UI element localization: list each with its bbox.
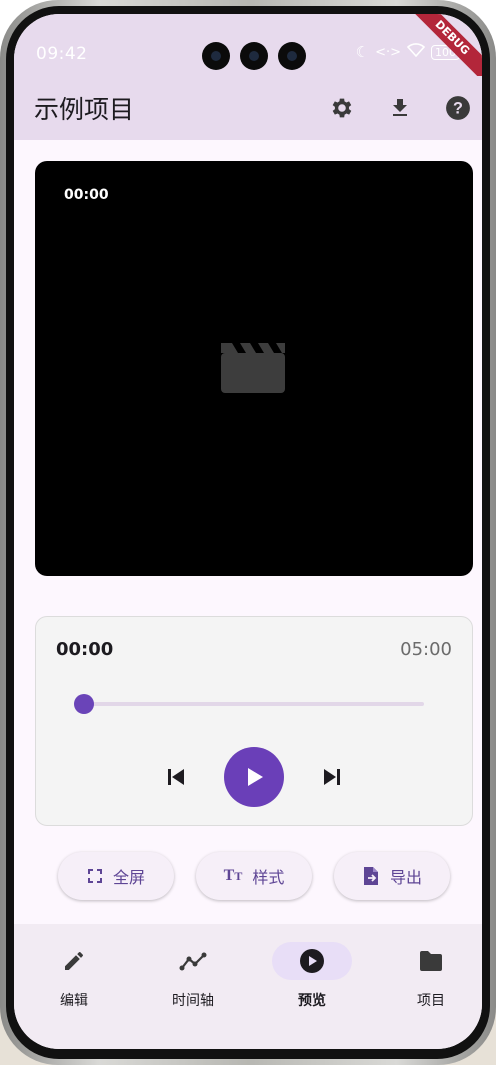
nav-item-projects[interactable]: 项目 bbox=[386, 942, 476, 1010]
status-time: 09:42 bbox=[36, 44, 88, 64]
export-file-icon bbox=[363, 867, 378, 885]
style-button[interactable]: TT 样式 bbox=[196, 852, 312, 900]
folder-icon bbox=[420, 951, 442, 971]
nav-label-edit: 编辑 bbox=[60, 993, 88, 1009]
screen: 09:42 ☾ <·> 100 DEBUG 示例项目 ? 00:00 00:00… bbox=[14, 14, 482, 1049]
data-transfer-icon: <·> bbox=[375, 44, 401, 60]
settings-button[interactable] bbox=[324, 90, 360, 126]
fullscreen-label: 全屏 bbox=[112, 868, 145, 887]
help-icon: ? bbox=[446, 96, 470, 120]
fullscreen-button[interactable]: 全屏 bbox=[58, 852, 174, 900]
style-label: 样式 bbox=[252, 868, 285, 887]
status-bar: 09:42 ☾ <·> 100 DEBUG bbox=[14, 14, 482, 87]
camera-lens-icon bbox=[240, 42, 268, 70]
slider-thumb[interactable] bbox=[74, 694, 94, 714]
export-label: 导出 bbox=[389, 868, 422, 887]
nav-label-projects: 项目 bbox=[417, 993, 445, 1009]
skip-next-icon bbox=[324, 769, 340, 785]
play-icon bbox=[248, 768, 263, 786]
play-button[interactable] bbox=[224, 747, 284, 807]
gear-icon bbox=[332, 98, 352, 118]
text-style-icon: TT bbox=[223, 867, 243, 884]
phone-frame: 09:42 ☾ <·> 100 DEBUG 示例项目 ? 00:00 00:00… bbox=[0, 0, 496, 1065]
play-circle-icon bbox=[300, 949, 324, 973]
download-icon bbox=[393, 99, 407, 116]
nav-label-timeline: 时间轴 bbox=[172, 993, 214, 1009]
phone-bezel: 09:42 ☾ <·> 100 DEBUG 示例项目 ? 00:00 00:00… bbox=[6, 6, 490, 1059]
previous-button[interactable] bbox=[156, 759, 196, 795]
video-timecode: 00:00 bbox=[64, 187, 109, 203]
nav-icon-container bbox=[34, 942, 114, 980]
nav-label-preview: 预览 bbox=[298, 993, 326, 1009]
camera-lens-icon bbox=[202, 42, 230, 70]
app-bar: 示例项目 ? bbox=[14, 76, 482, 140]
nav-icon-container bbox=[391, 942, 471, 980]
camera-lens-icon bbox=[278, 42, 306, 70]
nav-icon-container bbox=[153, 942, 233, 980]
fullscreen-icon bbox=[87, 869, 102, 883]
svg-text:?: ? bbox=[453, 99, 463, 117]
export-button[interactable]: 导出 bbox=[334, 852, 450, 900]
wifi-icon bbox=[406, 43, 426, 61]
nav-item-edit[interactable]: 编辑 bbox=[29, 942, 119, 1010]
pencil-icon bbox=[65, 952, 83, 970]
bottom-navigation: 编辑 时间轴 预览 项目 bbox=[14, 924, 482, 1049]
movie-clapper-icon bbox=[221, 343, 285, 393]
playback-controls: 00:00 05:00 bbox=[35, 616, 473, 826]
nav-item-timeline[interactable]: 时间轴 bbox=[148, 942, 238, 1010]
video-preview[interactable]: 00:00 bbox=[35, 161, 473, 576]
timeline-icon bbox=[179, 952, 207, 971]
help-button[interactable]: ? bbox=[440, 90, 476, 126]
nav-icon-container bbox=[272, 942, 352, 980]
moon-icon: ☾ bbox=[355, 43, 370, 61]
status-icons: ☾ <·> 100 bbox=[356, 43, 460, 61]
skip-previous-icon bbox=[168, 769, 184, 785]
page-title: 示例项目 bbox=[34, 95, 135, 124]
nav-item-preview[interactable]: 预览 bbox=[267, 942, 357, 1010]
progress-slider[interactable] bbox=[84, 702, 424, 706]
next-button[interactable] bbox=[312, 759, 352, 795]
download-button[interactable] bbox=[382, 90, 418, 126]
total-time: 05:00 bbox=[400, 639, 452, 660]
current-time: 00:00 bbox=[56, 639, 114, 660]
